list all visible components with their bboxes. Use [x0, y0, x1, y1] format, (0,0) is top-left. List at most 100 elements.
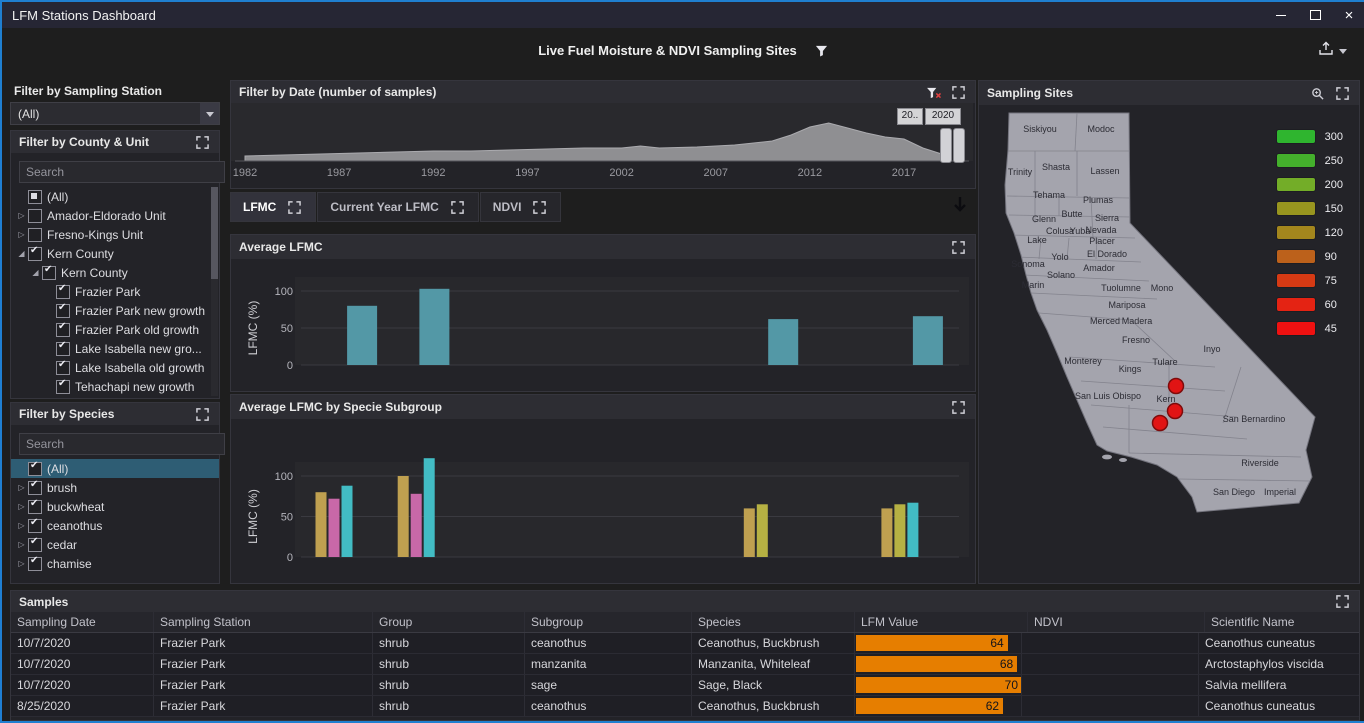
- checkbox-on[interactable]: [56, 342, 70, 356]
- tree-item[interactable]: Lake Isabella new gro...: [11, 339, 210, 358]
- checkbox-on[interactable]: [28, 462, 42, 476]
- expand-icon[interactable]: [1334, 594, 1351, 610]
- bar[interactable]: [881, 508, 892, 557]
- tree-item[interactable]: (All): [11, 459, 219, 478]
- tree-item[interactable]: Frazier Park old growth: [11, 320, 210, 339]
- legend-item[interactable]: 60: [1276, 297, 1343, 312]
- legend-item[interactable]: 300: [1276, 129, 1343, 144]
- tree-item[interactable]: (All): [11, 187, 210, 206]
- expander-collapsed-icon[interactable]: ▷: [15, 540, 28, 549]
- checkbox-on[interactable]: [56, 380, 70, 394]
- legend-item[interactable]: 120: [1276, 225, 1343, 240]
- legend-item[interactable]: 45: [1276, 321, 1343, 336]
- bar[interactable]: [768, 319, 798, 365]
- expand-icon[interactable]: [194, 406, 211, 422]
- checkbox-on[interactable]: [28, 538, 42, 552]
- minimize-button[interactable]: [1264, 2, 1298, 28]
- station-filter-dropdown[interactable]: (All): [10, 102, 220, 125]
- scrollbar-thumb[interactable]: [211, 187, 218, 279]
- expand-icon[interactable]: [194, 134, 211, 150]
- tab-ndvi[interactable]: NDVI: [480, 192, 562, 222]
- expand-icon[interactable]: [950, 239, 967, 255]
- expander-collapsed-icon[interactable]: ▷: [15, 483, 28, 492]
- legend-item[interactable]: 150: [1276, 201, 1343, 216]
- legend-item[interactable]: 200: [1276, 177, 1343, 192]
- range-slider-handle[interactable]: [953, 128, 965, 163]
- expand-icon[interactable]: [1334, 85, 1351, 101]
- export-button[interactable]: [1313, 38, 1352, 64]
- table-row[interactable]: 10/7/2020Frazier ParkshrubsageSage, Blac…: [11, 675, 1359, 696]
- expander-collapsed-icon[interactable]: ▷: [15, 559, 28, 568]
- checkbox-on[interactable]: [28, 500, 42, 514]
- date-histogram-chart[interactable]: 19821987199219972002200720122017: [231, 103, 973, 186]
- column-header[interactable]: Sampling Date: [11, 612, 154, 632]
- checkbox-on[interactable]: [42, 266, 56, 280]
- checkbox-on[interactable]: [56, 304, 70, 318]
- tree-item[interactable]: ▷Amador-Eldorado Unit: [11, 206, 210, 225]
- bar[interactable]: [342, 486, 353, 557]
- expand-icon[interactable]: [531, 199, 548, 215]
- bar[interactable]: [329, 499, 340, 557]
- expander-expanded-icon[interactable]: ◢: [29, 268, 42, 277]
- county-search-input[interactable]: [19, 161, 225, 183]
- filter-icon[interactable]: [813, 42, 830, 58]
- column-header[interactable]: Species: [692, 612, 855, 632]
- expand-icon[interactable]: [950, 84, 967, 100]
- expander-collapsed-icon[interactable]: ▷: [15, 230, 28, 239]
- tree-item[interactable]: Tehachapi new growth: [11, 377, 210, 396]
- site-marker[interactable]: [1169, 379, 1184, 394]
- legend-item[interactable]: 75: [1276, 273, 1343, 288]
- tree-item[interactable]: Frazier Park new growth: [11, 301, 210, 320]
- column-header[interactable]: Scientific Name: [1205, 612, 1359, 632]
- expander-collapsed-icon[interactable]: ▷: [15, 502, 28, 511]
- checkbox-on[interactable]: [56, 323, 70, 337]
- column-header[interactable]: LFM Value: [855, 612, 1028, 632]
- tab-current-year-lfmc[interactable]: Current Year LFMC: [317, 192, 478, 222]
- maximize-button[interactable]: [1298, 2, 1332, 28]
- bar[interactable]: [907, 503, 918, 557]
- column-header[interactable]: NDVI: [1028, 612, 1205, 632]
- tree-item[interactable]: ▷cedar: [11, 535, 219, 554]
- zoom-in-icon[interactable]: [1309, 85, 1326, 101]
- close-button[interactable]: ×: [1332, 2, 1364, 28]
- expander-expanded-icon[interactable]: ◢: [15, 249, 28, 258]
- expand-icon[interactable]: [286, 199, 303, 215]
- bar[interactable]: [419, 289, 449, 365]
- bar[interactable]: [894, 504, 905, 557]
- range-end-input[interactable]: 2020: [925, 108, 961, 125]
- tree-item[interactable]: ▷ceanothus: [11, 516, 219, 535]
- checkbox-off[interactable]: [28, 228, 42, 242]
- tree-item[interactable]: ▷Fresno-Kings Unit: [11, 225, 210, 244]
- range-slider-handle[interactable]: [940, 128, 952, 163]
- column-header[interactable]: Sampling Station: [154, 612, 373, 632]
- checkbox-on[interactable]: [28, 481, 42, 495]
- bar[interactable]: [316, 492, 327, 557]
- table-row[interactable]: 10/7/2020Frazier ParkshrubceanothusCeano…: [11, 633, 1359, 654]
- checkbox-on[interactable]: [28, 519, 42, 533]
- legend-item[interactable]: 250: [1276, 153, 1343, 168]
- table-row[interactable]: 8/25/2020Frazier ParkshrubceanothusCeano…: [11, 696, 1359, 717]
- county-tree-scrollbar[interactable]: [211, 187, 218, 396]
- checkbox-off[interactable]: [28, 209, 42, 223]
- checkbox-on[interactable]: [28, 247, 42, 261]
- expand-icon[interactable]: [449, 199, 466, 215]
- site-marker[interactable]: [1153, 416, 1168, 431]
- average-lfmc-chart[interactable]: 050100LFMC (%): [231, 259, 973, 389]
- tree-item[interactable]: ◢Kern County: [11, 263, 210, 282]
- species-search-input[interactable]: [19, 433, 225, 455]
- expander-collapsed-icon[interactable]: ▷: [15, 211, 28, 220]
- bar[interactable]: [424, 458, 435, 557]
- table-row[interactable]: 10/7/2020Frazier ParkshrubmanzanitaManza…: [11, 654, 1359, 675]
- tree-item[interactable]: Lake Isabella old growth: [11, 358, 210, 377]
- bar[interactable]: [757, 504, 768, 557]
- tree-item[interactable]: Frazier Park: [11, 282, 210, 301]
- column-header[interactable]: Group: [373, 612, 525, 632]
- bar[interactable]: [913, 316, 943, 365]
- bar[interactable]: [411, 494, 422, 557]
- tab-lfmc[interactable]: LFMC: [230, 192, 316, 222]
- site-marker[interactable]: [1168, 404, 1183, 419]
- tree-item[interactable]: ▷brush: [11, 478, 219, 497]
- checkbox-on[interactable]: [56, 361, 70, 375]
- checkbox-on[interactable]: [56, 285, 70, 299]
- tree-item[interactable]: ▷buckwheat: [11, 497, 219, 516]
